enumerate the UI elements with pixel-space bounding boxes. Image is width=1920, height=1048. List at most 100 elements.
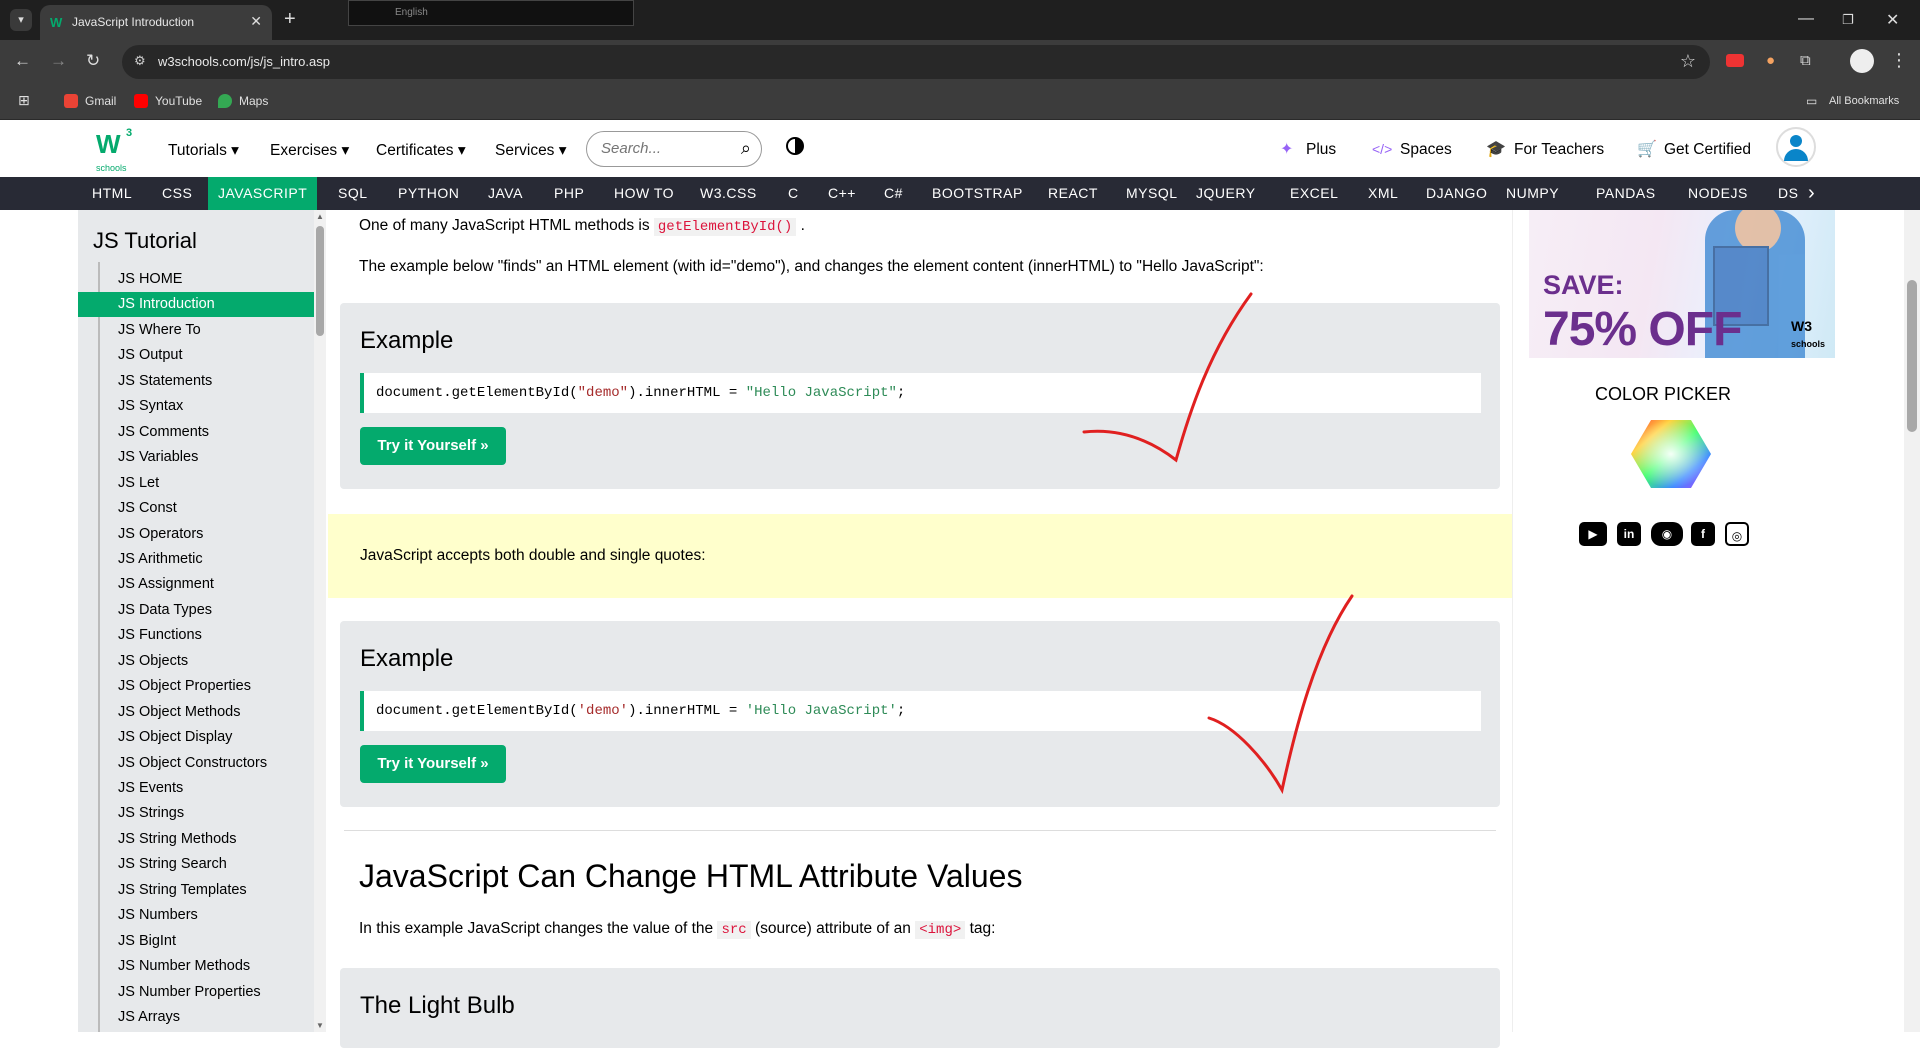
link-spaces[interactable]: Spaces bbox=[1400, 141, 1452, 159]
sidebar-item-js-string-templates[interactable]: JS String Templates bbox=[78, 878, 314, 903]
scroll-up-icon[interactable]: ▲ bbox=[316, 212, 324, 221]
extension-icon[interactable]: ● bbox=[1766, 52, 1775, 69]
instagram-social-icon[interactable]: ◎ bbox=[1725, 522, 1749, 546]
sidebar-item-js-arithmetic[interactable]: JS Arithmetic bbox=[78, 547, 314, 572]
sidebar-item-js-const[interactable]: JS Const bbox=[78, 496, 314, 521]
link-get-certified[interactable]: Get Certified bbox=[1664, 141, 1751, 159]
sidebar-item-js-data-types[interactable]: JS Data Types bbox=[78, 598, 314, 623]
menu-kebab-icon[interactable]: ⋮ bbox=[1890, 50, 1908, 71]
subject-sql[interactable]: SQL bbox=[328, 177, 378, 210]
sidebar-item-js-numbers[interactable]: JS Numbers bbox=[78, 903, 314, 928]
sidebar-item-js-object-display[interactable]: JS Object Display bbox=[78, 725, 314, 750]
bookmark-maps[interactable]: Maps bbox=[239, 94, 268, 108]
discord-social-icon[interactable]: ◉ bbox=[1651, 522, 1683, 546]
subject-c-[interactable]: C# bbox=[874, 177, 913, 210]
sidebar-item-js-objects[interactable]: JS Objects bbox=[78, 649, 314, 674]
subject-c[interactable]: C bbox=[778, 177, 809, 210]
subject-jquery[interactable]: JQUERY bbox=[1186, 177, 1266, 210]
tab-search-button[interactable]: ▾ bbox=[10, 9, 32, 31]
subject-c-[interactable]: C++ bbox=[818, 177, 866, 210]
bookmark-gmail[interactable]: Gmail bbox=[85, 94, 116, 108]
search-icon[interactable]: ⌕ bbox=[741, 138, 751, 159]
youtube-social-icon[interactable]: ▶ bbox=[1579, 522, 1607, 546]
sidebar-item-js-object-methods[interactable]: JS Object Methods bbox=[78, 700, 314, 725]
site-info-icon[interactable]: ⚙ bbox=[134, 53, 146, 69]
bookmark-star-icon[interactable]: ☆ bbox=[1680, 51, 1696, 72]
restore-button[interactable]: ❐ bbox=[1842, 12, 1854, 28]
profile-avatar[interactable] bbox=[1850, 49, 1874, 73]
apps-grid-icon[interactable]: ⊞ bbox=[18, 92, 30, 109]
address-bar[interactable]: ⚙ w3schools.com/js/js_intro.asp ☆ bbox=[122, 45, 1710, 79]
sidebar-item-js-string-methods[interactable]: JS String Methods bbox=[78, 827, 314, 852]
linkedin-social-icon[interactable]: in bbox=[1617, 522, 1641, 546]
sidebar-item-js-where-to[interactable]: JS Where To bbox=[78, 318, 314, 343]
color-picker-hexagon-icon[interactable] bbox=[1631, 418, 1711, 490]
subject-python[interactable]: PYTHON bbox=[388, 177, 469, 210]
tab-close-icon[interactable]: ✕ bbox=[250, 13, 262, 30]
subject-html[interactable]: HTML bbox=[82, 177, 142, 210]
new-tab-button[interactable]: + bbox=[284, 8, 296, 31]
sidebar-item-js-assignment[interactable]: JS Assignment bbox=[78, 572, 314, 597]
link-for-teachers[interactable]: For Teachers bbox=[1514, 141, 1604, 159]
sidebar-item-js-string-search[interactable]: JS String Search bbox=[78, 852, 314, 877]
sidebar-item-js-output[interactable]: JS Output bbox=[78, 343, 314, 368]
extensions-puzzle-icon[interactable]: ⧉ bbox=[1800, 52, 1811, 69]
page-scrollbar[interactable] bbox=[1904, 210, 1920, 1032]
sidebar-item-js-home[interactable]: JS HOME bbox=[78, 267, 314, 292]
back-arrow-icon[interactable]: ← bbox=[14, 51, 31, 71]
sidebar-item-js-object-constructors[interactable]: JS Object Constructors bbox=[78, 751, 314, 776]
subject-xml[interactable]: XML bbox=[1358, 177, 1408, 210]
subject-w3-css[interactable]: W3.CSS bbox=[690, 177, 767, 210]
try-it-yourself-button[interactable]: Try it Yourself » bbox=[360, 745, 506, 783]
menu-services[interactable]: Services ▾ bbox=[495, 141, 567, 160]
subject-css[interactable]: CSS bbox=[152, 177, 202, 210]
sidebar-item-js-introduction[interactable]: JS Introduction bbox=[78, 292, 314, 318]
sidebar-item-js-syntax[interactable]: JS Syntax bbox=[78, 394, 314, 419]
sidebar-item-js-bigint[interactable]: JS BigInt bbox=[78, 929, 314, 954]
user-avatar[interactable] bbox=[1776, 127, 1816, 167]
sidebar-item-js-events[interactable]: JS Events bbox=[78, 776, 314, 801]
subject-pandas[interactable]: PANDAS bbox=[1586, 177, 1666, 210]
all-bookmarks[interactable]: All Bookmarks bbox=[1829, 95, 1899, 107]
promo-ad[interactable]: SAVE: 75% OFF W3 schools bbox=[1529, 210, 1835, 358]
menu-exercises[interactable]: Exercises ▾ bbox=[270, 141, 349, 160]
close-window-button[interactable]: ✕ bbox=[1886, 10, 1899, 30]
bookmark-youtube[interactable]: YouTube bbox=[155, 94, 202, 108]
subject-mysql[interactable]: MYSQL bbox=[1116, 177, 1188, 210]
youtube-extension-icon[interactable] bbox=[1726, 54, 1744, 67]
subject-scroll-right-icon[interactable]: › bbox=[1798, 177, 1825, 210]
facebook-social-icon[interactable]: f bbox=[1691, 522, 1715, 546]
sidebar-item-js-variables[interactable]: JS Variables bbox=[78, 445, 314, 470]
sidebar-item-js-arrays[interactable]: JS Arrays bbox=[78, 1005, 314, 1030]
minimize-button[interactable]: — bbox=[1798, 10, 1814, 28]
sidebar-item-js-let[interactable]: JS Let bbox=[78, 471, 314, 496]
menu-tutorials[interactable]: Tutorials ▾ bbox=[168, 141, 239, 160]
subject-java[interactable]: JAVA bbox=[478, 177, 533, 210]
subject-excel[interactable]: EXCEL bbox=[1280, 177, 1348, 210]
reload-icon[interactable]: ↻ bbox=[86, 51, 100, 71]
sidebar-item-js-number-methods[interactable]: JS Number Methods bbox=[78, 954, 314, 979]
sidebar-item-js-functions[interactable]: JS Functions bbox=[78, 623, 314, 648]
subject-javascript[interactable]: JAVASCRIPT bbox=[208, 177, 318, 210]
try-it-yourself-button[interactable]: Try it Yourself » bbox=[360, 427, 506, 465]
subject-numpy[interactable]: NUMPY bbox=[1496, 177, 1569, 210]
sidebar-item-js-number-properties[interactable]: JS Number Properties bbox=[78, 980, 314, 1005]
sidebar-item-js-object-properties[interactable]: JS Object Properties bbox=[78, 674, 314, 699]
w3schools-logo[interactable]: W 3 schools bbox=[96, 127, 138, 173]
subject-how-to[interactable]: HOW TO bbox=[604, 177, 684, 210]
sidebar-scrollbar[interactable]: ▲ ▼ bbox=[314, 210, 326, 1032]
subject-nodejs[interactable]: NODEJS bbox=[1678, 177, 1758, 210]
dark-mode-toggle-icon[interactable] bbox=[786, 137, 804, 155]
menu-certificates[interactable]: Certificates ▾ bbox=[376, 141, 466, 160]
browser-tab[interactable]: W JavaScript Introduction ✕ bbox=[40, 5, 272, 40]
subject-php[interactable]: PHP bbox=[544, 177, 594, 210]
search-input[interactable] bbox=[601, 140, 721, 157]
scroll-down-icon[interactable]: ▼ bbox=[316, 1021, 324, 1030]
sidebar-item-js-statements[interactable]: JS Statements bbox=[78, 369, 314, 394]
subject-react[interactable]: REACT bbox=[1038, 177, 1108, 210]
sidebar-item-js-comments[interactable]: JS Comments bbox=[78, 420, 314, 445]
sidebar-item-js-operators[interactable]: JS Operators bbox=[78, 522, 314, 547]
link-plus[interactable]: Plus bbox=[1306, 141, 1336, 159]
subject-django[interactable]: DJANGO bbox=[1416, 177, 1497, 210]
sidebar-item-js-strings[interactable]: JS Strings bbox=[78, 801, 314, 826]
